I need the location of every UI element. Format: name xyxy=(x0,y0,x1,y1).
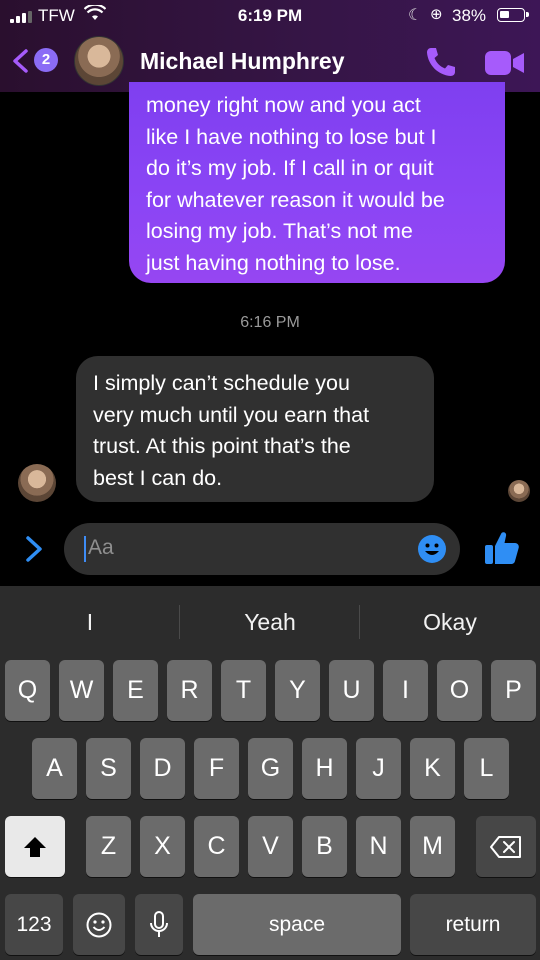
key-x[interactable]: X xyxy=(140,816,185,877)
message-line: for whatever reason it would be xyxy=(146,187,445,212)
microphone-icon xyxy=(150,911,168,937)
prediction-suggestion[interactable]: Okay xyxy=(360,586,540,658)
message-composer: Aa xyxy=(0,520,540,586)
message-line: just having nothing to lose. xyxy=(146,250,401,275)
key-k[interactable]: K xyxy=(410,738,455,799)
unread-count-badge: 2 xyxy=(34,48,58,72)
message-line: I simply can’t schedule you xyxy=(93,371,350,395)
emoji-icon xyxy=(86,912,112,938)
message-input[interactable] xyxy=(64,523,460,575)
phone-call-icon[interactable] xyxy=(424,46,458,78)
chevron-left-icon xyxy=(13,49,28,73)
return-key[interactable]: return xyxy=(410,894,536,955)
prediction-suggestion[interactable]: I xyxy=(0,586,180,658)
key-t[interactable]: T xyxy=(221,660,266,721)
key-f[interactable]: F xyxy=(194,738,239,799)
do-not-disturb-icon: ☾ xyxy=(408,7,423,24)
message-line: like I have nothing to lose but I xyxy=(146,124,437,149)
battery-percentage: 38% xyxy=(452,6,487,25)
shift-arrow-icon xyxy=(24,837,46,857)
key-d[interactable]: D xyxy=(140,738,185,799)
emoji-icon[interactable] xyxy=(417,534,447,564)
emoji-key[interactable] xyxy=(73,894,125,955)
message-timestamp: 6:16 PM xyxy=(240,314,300,331)
key-e[interactable]: E xyxy=(113,660,158,721)
prediction-suggestion[interactable]: Yeah xyxy=(180,586,360,658)
outgoing-message-bubble[interactable]: money right now and you act like I have … xyxy=(129,82,505,283)
key-a[interactable]: A xyxy=(32,738,77,799)
back-button[interactable]: 2 xyxy=(10,46,70,76)
key-q[interactable]: Q xyxy=(5,660,50,721)
message-line: trust. At this point that’s the xyxy=(93,434,351,458)
rotation-lock-icon: ⊕ xyxy=(430,6,443,23)
message-line: very much until you earn that xyxy=(93,402,370,427)
battery-icon xyxy=(497,8,529,22)
message-input-placeholder: Aa xyxy=(88,536,114,559)
key-r[interactable]: R xyxy=(167,660,212,721)
key-w[interactable]: W xyxy=(59,660,104,721)
incoming-message-bubble[interactable]: I simply can’t schedule you very much un… xyxy=(76,356,434,502)
key-m[interactable]: M xyxy=(410,816,455,877)
key-p[interactable]: P xyxy=(491,660,536,721)
key-l[interactable]: L xyxy=(464,738,509,799)
contact-name[interactable]: Michael Humphrey xyxy=(140,48,345,75)
backspace-icon xyxy=(490,836,521,858)
key-y[interactable]: Y xyxy=(275,660,320,721)
message-line: losing my job. That’s not me xyxy=(146,219,413,243)
key-b[interactable]: B xyxy=(302,816,347,877)
dictation-key[interactable] xyxy=(135,894,183,955)
key-u[interactable]: U xyxy=(329,660,374,721)
key-j[interactable]: J xyxy=(356,738,401,799)
video-call-icon[interactable] xyxy=(484,48,526,78)
key-h[interactable]: H xyxy=(302,738,347,799)
key-s[interactable]: S xyxy=(86,738,131,799)
message-line: do it’s my job. If I call in or quit xyxy=(146,156,434,180)
key-v[interactable]: V xyxy=(248,816,293,877)
status-bar: TFW 6:19 PM ☾ ⊕ 38% xyxy=(0,0,540,30)
contact-avatar[interactable] xyxy=(74,36,124,86)
conversation-header: TFW 6:19 PM ☾ ⊕ 38% 2 Michael Humphrey xyxy=(0,0,540,92)
message-thread[interactable]: money right now and you act like I have … xyxy=(0,82,540,520)
read-receipt-avatar xyxy=(508,480,530,502)
space-key[interactable]: space xyxy=(193,894,401,955)
key-o[interactable]: O xyxy=(437,660,482,721)
numbers-key[interactable]: 123 xyxy=(5,894,63,955)
delete-key[interactable] xyxy=(476,816,536,877)
key-n[interactable]: N xyxy=(356,816,401,877)
chevron-right-icon[interactable] xyxy=(20,534,48,564)
sender-avatar[interactable] xyxy=(18,464,56,502)
message-line: best I can do. xyxy=(93,465,223,490)
key-i[interactable]: I xyxy=(383,660,428,721)
thumbs-up-icon[interactable] xyxy=(482,528,522,568)
shift-key[interactable] xyxy=(5,816,65,877)
on-screen-keyboard: I Yeah Okay Q W E R T Y U I O P A S D F … xyxy=(0,586,540,960)
key-g[interactable]: G xyxy=(248,738,293,799)
message-line: money right now and you act xyxy=(146,93,421,117)
key-c[interactable]: C xyxy=(194,816,239,877)
key-z[interactable]: Z xyxy=(86,816,131,877)
text-cursor xyxy=(84,536,86,562)
